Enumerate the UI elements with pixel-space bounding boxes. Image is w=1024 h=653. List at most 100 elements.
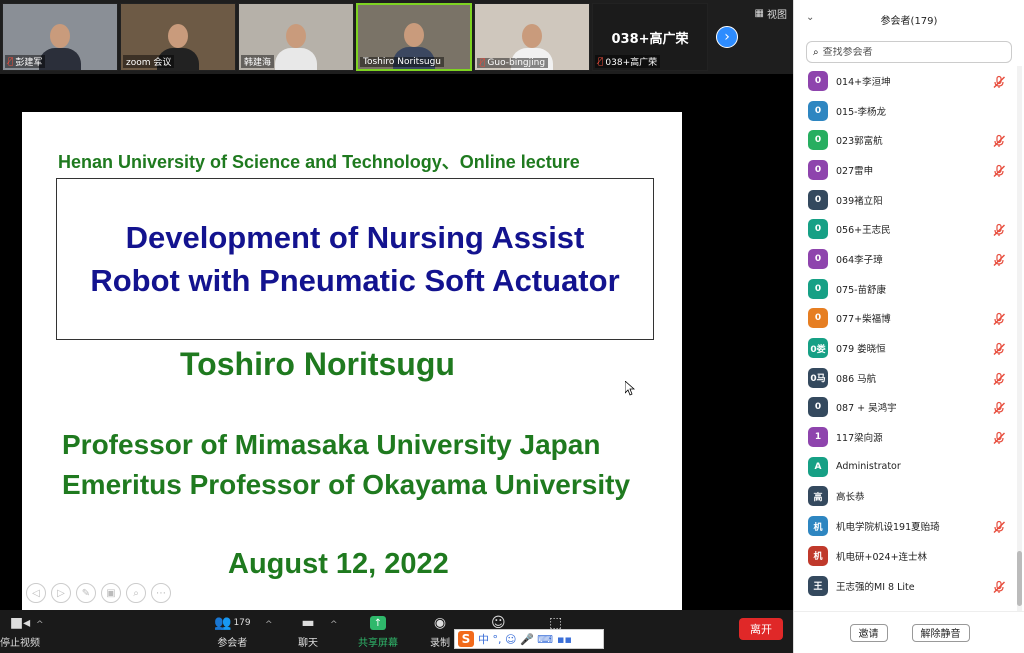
video-tile-label: zoom 会议 bbox=[126, 58, 172, 68]
panel-header: ⌄ 参会者(179) bbox=[794, 0, 1024, 38]
video-tile-no-video[interactable]: 038+高广荣 🎙̸ 038+高广荣 bbox=[592, 3, 708, 71]
video-tile[interactable]: zoom 会议 bbox=[120, 3, 236, 71]
figure-head bbox=[522, 24, 542, 48]
slides-icon[interactable]: ▣ bbox=[101, 583, 121, 603]
participant-name: 015-李杨龙 bbox=[836, 106, 887, 118]
video-options-caret[interactable]: ^ bbox=[36, 620, 44, 630]
participant-row[interactable]: A Administrator bbox=[794, 452, 1016, 482]
more-icon[interactable]: ⋯ bbox=[151, 583, 171, 603]
record-button[interactable]: ◉ 录制 bbox=[430, 614, 450, 649]
participant-row[interactable]: 机机电学院机设191夏贻琦 bbox=[794, 511, 1016, 541]
scrollbar-thumb[interactable] bbox=[1017, 551, 1022, 606]
meeting-toolbar: ■◂ 停止视频 ^ 👥 179 参会者 ^ ▬ 聊天 ^ ↑ 共享屏幕 ◉ 录制… bbox=[0, 610, 793, 653]
chat-button[interactable]: ▬ 聊天 bbox=[298, 614, 318, 649]
chevron-down-icon[interactable]: ⌄ bbox=[806, 12, 814, 23]
participant-row[interactable]: 0 023郭富航 bbox=[794, 125, 1016, 155]
participant-row[interactable]: 0 027雷申 bbox=[794, 155, 1016, 185]
participant-row[interactable]: 0马 086 马航 bbox=[794, 363, 1016, 393]
mic-muted-icon[interactable] bbox=[992, 579, 1006, 593]
participant-name: 039褚立阳 bbox=[836, 195, 883, 207]
participant-row[interactable]: 高高长恭 bbox=[794, 482, 1016, 512]
mic-muted-icon[interactable] bbox=[992, 311, 1006, 326]
mic-muted-icon[interactable] bbox=[992, 371, 1006, 385]
avatar: 0 bbox=[808, 248, 828, 269]
video-tile-label: Toshiro Noritsugu bbox=[363, 57, 442, 67]
participant-name: 机电学院机设191夏贻琦 bbox=[836, 522, 940, 534]
input-method-bar[interactable]: S 中 °, ☺ 🎤 ⌨ ▪▪ bbox=[454, 629, 604, 649]
people-icon: 👥 bbox=[214, 615, 232, 631]
participants-count: 179 bbox=[233, 618, 251, 628]
mic-muted-icon[interactable] bbox=[992, 519, 1006, 534]
next-page-button[interactable]: › bbox=[716, 26, 738, 48]
mic-muted-icon[interactable] bbox=[992, 133, 1006, 148]
prev-slide-icon[interactable]: ◁ bbox=[26, 583, 46, 603]
participant-name: 079 娄晓恒 bbox=[836, 344, 886, 356]
avatar: 0 bbox=[808, 219, 828, 240]
participant-name: 064李子璋 bbox=[836, 254, 883, 266]
participant-row[interactable]: 0 064李子璋 bbox=[794, 244, 1016, 274]
participant-name: 023郭富航 bbox=[836, 136, 883, 148]
avatar: 0 bbox=[808, 308, 828, 329]
mic-muted-icon[interactable] bbox=[992, 430, 1006, 445]
mic-muted-icon[interactable] bbox=[992, 252, 1006, 266]
view-button[interactable]: ▦ 视图 bbox=[755, 6, 787, 21]
video-tile[interactable]: 🎙̸ Guo-bingjing bbox=[474, 3, 590, 71]
chat-options-caret[interactable]: ^ bbox=[330, 620, 338, 630]
participant-name: 056+王志民 bbox=[836, 225, 891, 237]
avatar: 1 bbox=[808, 427, 828, 448]
participant-row[interactable]: 0 087 + 吴鸿宇 bbox=[794, 393, 1016, 423]
mic-muted-icon: 🎙̸ bbox=[8, 56, 14, 67]
participant-row[interactable]: 0 075-苗舒康 bbox=[794, 274, 1016, 304]
avatar: 机 bbox=[808, 545, 828, 566]
mic-muted-icon[interactable] bbox=[992, 163, 1006, 177]
participant-row[interactable]: 0 077+柴福博 bbox=[794, 304, 1016, 334]
participant-search[interactable]: ⌕ bbox=[806, 41, 1012, 63]
invite-button[interactable]: 邀请 bbox=[849, 623, 888, 642]
participant-name: 075-苗舒康 bbox=[836, 284, 887, 296]
participant-name: 机电研+024+连士林 bbox=[836, 551, 928, 563]
participant-name: 高长恭 bbox=[836, 492, 865, 504]
mic-muted-icon[interactable] bbox=[992, 74, 1006, 88]
participant-row[interactable]: 0 015-李杨龙 bbox=[794, 96, 1016, 126]
participant-row[interactable]: 0 039褚立阳 bbox=[794, 185, 1016, 215]
participant-row[interactable]: 王王志强的MI 8 Lite bbox=[794, 571, 1016, 601]
unmute-all-button[interactable]: 解除静音 bbox=[911, 623, 970, 642]
avatar: 高 bbox=[808, 486, 828, 507]
stop-video-button[interactable]: ■◂ 停止视频 bbox=[0, 614, 40, 649]
slide-title-line2: Robot with Pneumatic Soft Actuator bbox=[90, 263, 620, 298]
participant-row[interactable]: 0 056+王志民 bbox=[794, 214, 1016, 244]
participant-name: 027雷申 bbox=[836, 165, 874, 177]
participant-row[interactable]: 1 117梁向源 bbox=[794, 422, 1016, 452]
participant-list: 0 014+李洹坤 0 015-李杨龙 0 023郭富航 0 027雷申 0 039褚立阳 0 056… bbox=[794, 66, 1016, 611]
mic-muted-icon[interactable] bbox=[992, 341, 1006, 356]
avatar: 王 bbox=[808, 575, 828, 596]
mic-muted-icon[interactable] bbox=[992, 222, 1006, 237]
slide-date: August 12, 2022 bbox=[228, 548, 449, 580]
video-tile[interactable]: Toshiro Noritsugu bbox=[356, 3, 472, 71]
participant-name: 王志强的MI 8 Lite bbox=[836, 581, 915, 593]
slide-position-1: Professor of Mimasaka University Japan bbox=[62, 429, 601, 460]
video-tile[interactable]: 韩建海 bbox=[238, 3, 354, 71]
leave-button[interactable]: 离开 bbox=[739, 618, 783, 640]
zoom-window: 🎙̸ 彭建军 zoom 会议 韩建海 Toshiro Noritsugu 🎙̸ Guo-bi… bbox=[0, 0, 1024, 653]
participant-row[interactable]: 机机电研+024+连士林 bbox=[794, 541, 1016, 571]
video-tile-label: 韩建海 bbox=[244, 58, 272, 68]
participant-search-input[interactable] bbox=[822, 46, 993, 58]
avatar: 0 bbox=[808, 100, 828, 121]
participant-name: 014+李洹坤 bbox=[836, 76, 891, 88]
pen-icon[interactable]: ✎ bbox=[76, 583, 96, 603]
scrollbar[interactable] bbox=[1017, 66, 1022, 611]
share-screen-button[interactable]: ↑ 共享屏幕 bbox=[358, 614, 398, 649]
search-icon: ⌕ bbox=[813, 46, 819, 58]
record-icon: ◉ bbox=[433, 615, 447, 631]
video-tile[interactable]: 🎙̸ 彭建军 bbox=[2, 3, 118, 71]
next-slide-icon[interactable]: ▷ bbox=[51, 583, 71, 603]
participant-row[interactable]: 0 014+李洹坤 bbox=[794, 66, 1016, 96]
participants-options-caret[interactable]: ^ bbox=[265, 620, 273, 630]
mic-muted-icon[interactable] bbox=[992, 400, 1006, 415]
participant-row[interactable]: 0娄 079 娄晓恒 bbox=[794, 333, 1016, 363]
participants-button[interactable]: 👥 179 参会者 bbox=[214, 614, 251, 649]
avatar: 0 bbox=[808, 130, 828, 151]
avatar: 0娄 bbox=[808, 338, 828, 359]
zoom-icon[interactable]: ⌕ bbox=[126, 583, 146, 603]
